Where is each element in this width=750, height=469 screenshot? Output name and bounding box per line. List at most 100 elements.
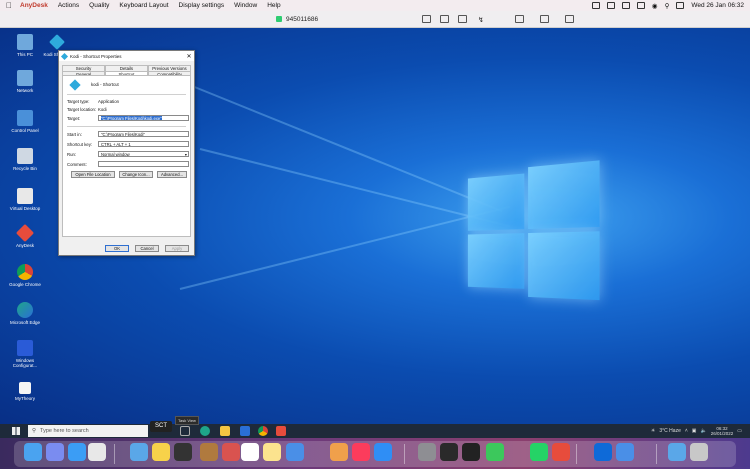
- notes-icon[interactable]: [152, 443, 170, 461]
- menu-display-settings[interactable]: Display settings: [179, 2, 225, 9]
- run-select[interactable]: Normal window ▾: [98, 151, 189, 157]
- photo-booth-icon[interactable]: [222, 443, 240, 461]
- status-item-icon[interactable]: [591, 2, 600, 9]
- apple-icon[interactable]: : [6, 1, 12, 10]
- notification-icon[interactable]: ▭: [737, 428, 742, 434]
- task-view-icon[interactable]: [180, 426, 190, 436]
- menu-actions[interactable]: Actions: [58, 2, 79, 9]
- safari-icon[interactable]: [68, 443, 86, 461]
- desktop-icon-label: Network: [16, 88, 34, 93]
- search-box[interactable]: ⚲ Type here to search: [28, 425, 148, 437]
- ok-button[interactable]: OK: [105, 245, 129, 252]
- status-item-icon[interactable]: [606, 2, 615, 9]
- weather-icon[interactable]: ☀: [651, 428, 655, 434]
- display-icon[interactable]: [458, 15, 467, 23]
- menu-quality[interactable]: Quality: [89, 2, 109, 9]
- menubar-clock[interactable]: Wed 26 Jan 06:32: [691, 2, 744, 9]
- volume-icon[interactable]: 🔈: [701, 428, 707, 434]
- windows-config-icon: [17, 340, 33, 356]
- anydesk-dock-icon[interactable]: [552, 443, 570, 461]
- weather-text[interactable]: 3°C Haze: [659, 428, 680, 434]
- desktop-icon-windows-config[interactable]: Windows Configurat...: [8, 340, 42, 368]
- wifi-icon[interactable]: ◉: [652, 2, 658, 10]
- shortcut-key-field[interactable]: CTRL + ALT + 1: [98, 141, 189, 147]
- lightning-icon[interactable]: ↯: [478, 16, 487, 24]
- search-icon[interactable]: ⚲: [665, 2, 670, 10]
- windows-desktop[interactable]: This PC Network Control Panel Recycle Bi…: [0, 28, 750, 424]
- advanced-button[interactable]: Advanced...: [157, 171, 187, 178]
- desktop-icon-recycle-bin[interactable]: Recycle Bin: [8, 148, 42, 171]
- photos-icon[interactable]: [330, 443, 348, 461]
- apply-button[interactable]: Apply: [165, 245, 189, 252]
- edge-icon: [17, 302, 33, 318]
- target-field[interactable]: "C:\Program Files\Kodi\kodi.exe": [98, 115, 189, 121]
- system-preferences-icon[interactable]: [418, 443, 436, 461]
- taskbar-clock[interactable]: 06:32 26/01/2022: [711, 426, 734, 436]
- screenshot-icon[interactable]: [174, 443, 192, 461]
- shortcut-panel: kodi - Shortcut Target type: Application…: [62, 75, 191, 237]
- file-explorer-icon[interactable]: [220, 426, 230, 436]
- dialog-titlebar[interactable]: Kodi - Shortcut Properties ✕: [59, 51, 194, 61]
- desktop-icon-edge[interactable]: Microsoft Edge: [8, 302, 42, 325]
- file-transfer-icon[interactable]: [515, 15, 524, 23]
- dock-separator: [114, 444, 115, 464]
- dialog-title: Kodi - Shortcut Properties: [70, 53, 122, 59]
- whatsapp-icon[interactable]: [530, 443, 548, 461]
- desktop-icon-virtual-desktop[interactable]: Virtual Desktop: [8, 188, 42, 211]
- search-placeholder: Type here to search: [40, 428, 89, 434]
- open-file-location-button[interactable]: Open File Location: [71, 171, 115, 178]
- monitor-icon[interactable]: [422, 15, 431, 23]
- trash-icon[interactable]: [690, 443, 708, 461]
- battery-icon[interactable]: [636, 2, 645, 9]
- desktop-icon-chrome[interactable]: Google Chrome: [8, 264, 42, 287]
- change-icon-button[interactable]: Change Icon...: [119, 171, 153, 178]
- chrome-icon[interactable]: [88, 443, 106, 461]
- cancel-button[interactable]: Cancel: [135, 245, 159, 252]
- store-icon[interactable]: [240, 426, 250, 436]
- menu-app-name[interactable]: AnyDesk: [20, 2, 48, 9]
- desktop-icon-anydesk[interactable]: AnyDesk: [8, 223, 42, 248]
- folder-icon[interactable]: [130, 443, 148, 461]
- mail-icon[interactable]: [286, 443, 304, 461]
- fullscreen-icon[interactable]: [565, 15, 574, 23]
- windows-start-icon[interactable]: [12, 427, 20, 435]
- messages-icon[interactable]: [486, 443, 504, 461]
- session-tab[interactable]: 945011686: [276, 16, 318, 23]
- window-icon[interactable]: [540, 15, 549, 23]
- session-id: 945011686: [286, 15, 319, 23]
- target-location-label: Target location:: [67, 107, 97, 112]
- desktop-icon-mytheory[interactable]: MyTheory: [8, 382, 42, 401]
- chevron-up-icon[interactable]: ˄: [685, 428, 688, 434]
- desktop-icon-control-panel[interactable]: Control Panel: [8, 110, 42, 133]
- calendar-icon[interactable]: [241, 443, 259, 461]
- target-type-label: Target type:: [67, 99, 90, 104]
- menu-help[interactable]: Help: [267, 2, 280, 9]
- status-item-icon[interactable]: [621, 2, 630, 9]
- screenshot-app-icon[interactable]: [668, 443, 686, 461]
- launchpad-icon[interactable]: [46, 443, 64, 461]
- music-icon[interactable]: [352, 443, 370, 461]
- appstore-icon[interactable]: [374, 443, 392, 461]
- finder-icon[interactable]: [24, 443, 42, 461]
- books-icon[interactable]: [200, 443, 218, 461]
- comment-field[interactable]: [98, 161, 189, 167]
- menu-keyboard-layout[interactable]: Keyboard Layout: [119, 2, 168, 9]
- control-center-icon[interactable]: [676, 2, 685, 9]
- close-icon[interactable]: ✕: [184, 53, 194, 60]
- desktop-icon-label: Virtual Desktop: [9, 206, 41, 211]
- desktop-icon-this-pc[interactable]: This PC: [8, 34, 42, 57]
- desktop-icon-network[interactable]: Network: [8, 70, 42, 93]
- chat-icon[interactable]: [440, 15, 449, 23]
- menu-window[interactable]: Window: [234, 2, 257, 9]
- xcode-icon[interactable]: [462, 443, 480, 461]
- start-in-field[interactable]: "C:\Program Files\Kodi": [98, 131, 189, 137]
- desktop-icon-label: Google Chrome: [9, 282, 41, 287]
- network-icon[interactable]: ▣: [692, 428, 697, 434]
- phone-icon[interactable]: [616, 443, 634, 461]
- anydesk-icon[interactable]: [276, 426, 286, 436]
- chrome-icon[interactable]: [258, 426, 268, 436]
- teamviewer-icon[interactable]: [594, 443, 612, 461]
- notes2-icon[interactable]: [263, 443, 281, 461]
- edge-icon[interactable]: [200, 426, 210, 436]
- x11-icon[interactable]: [440, 443, 458, 461]
